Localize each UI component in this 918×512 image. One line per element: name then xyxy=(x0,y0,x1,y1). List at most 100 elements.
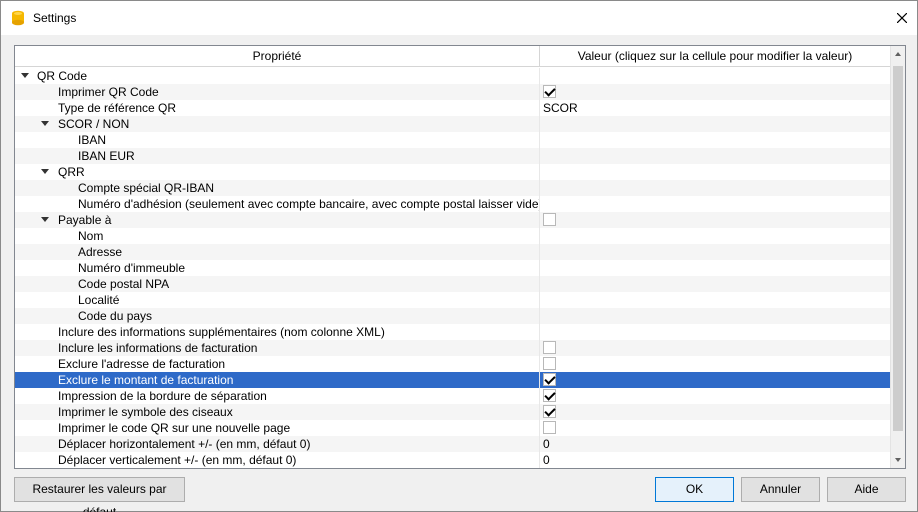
column-header-value[interactable]: Valeur (cliquez sur la cellule pour modi… xyxy=(540,46,891,67)
property-cell[interactable]: Localité xyxy=(15,292,540,308)
table-row[interactable]: Imprimer le symbole des ciseaux xyxy=(15,404,891,420)
scroll-up-button[interactable] xyxy=(891,46,905,62)
value-cell[interactable] xyxy=(540,388,891,404)
value-cell[interactable] xyxy=(540,84,891,100)
property-cell[interactable]: Numéro d'adhésion (seulement avec compte… xyxy=(15,196,540,212)
cancel-button[interactable]: Annuler xyxy=(741,477,820,502)
value-cell[interactable]: 0 xyxy=(540,452,891,468)
value-cell[interactable] xyxy=(540,356,891,372)
property-cell[interactable]: Adresse xyxy=(15,244,540,260)
table-row[interactable]: IBAN EUR xyxy=(15,148,891,164)
checkbox[interactable] xyxy=(543,85,556,98)
table-row[interactable]: SCOR / NON xyxy=(15,116,891,132)
property-cell[interactable]: Imprimer QR Code xyxy=(15,84,540,100)
table-row[interactable]: Déplacer horizontalement +/- (en mm, déf… xyxy=(15,436,891,452)
property-label: Compte spécial QR-IBAN xyxy=(78,181,215,195)
property-cell[interactable]: Inclure les informations de facturation xyxy=(15,340,540,356)
table-row[interactable]: QR Code xyxy=(15,68,891,84)
property-cell[interactable]: Impression de la bordure de séparation xyxy=(15,388,540,404)
table-row[interactable]: Exclure le montant de facturation xyxy=(15,372,891,388)
property-cell[interactable]: IBAN EUR xyxy=(15,148,540,164)
table-row[interactable]: Payable à xyxy=(15,212,891,228)
property-cell[interactable]: Code du pays xyxy=(15,308,540,324)
expand-arrow-icon[interactable] xyxy=(41,217,49,222)
checkbox[interactable] xyxy=(543,357,556,370)
table-row[interactable]: Adresse xyxy=(15,244,891,260)
vertical-scrollbar[interactable] xyxy=(890,46,905,468)
property-cell[interactable]: QRR xyxy=(15,164,540,180)
property-cell[interactable]: Imprimer le symbole des ciseaux xyxy=(15,404,540,420)
close-button[interactable] xyxy=(887,1,917,35)
property-cell[interactable]: Exclure le montant de facturation xyxy=(15,372,540,388)
table-row[interactable]: Numéro d'immeuble xyxy=(15,260,891,276)
value-cell[interactable] xyxy=(540,292,891,308)
checkbox[interactable] xyxy=(543,213,556,226)
value-cell[interactable] xyxy=(540,212,891,228)
checkbox[interactable] xyxy=(543,405,556,418)
table-row[interactable]: Imprimer le code QR sur une nouvelle pag… xyxy=(15,420,891,436)
value-cell[interactable] xyxy=(540,148,891,164)
value-cell[interactable] xyxy=(540,228,891,244)
value-cell[interactable] xyxy=(540,372,891,388)
value-cell[interactable] xyxy=(540,244,891,260)
table-row[interactable]: Type de référence QR SCOR xyxy=(15,100,891,116)
property-cell[interactable]: Inclure des informations supplémentaires… xyxy=(15,324,540,340)
property-cell[interactable]: SCOR / NON xyxy=(15,116,540,132)
table-row[interactable]: Inclure les informations de facturation xyxy=(15,340,891,356)
table-row[interactable]: Compte spécial QR-IBAN xyxy=(15,180,891,196)
value-cell[interactable] xyxy=(540,260,891,276)
scroll-down-button[interactable] xyxy=(891,452,905,468)
property-cell[interactable]: Payable à xyxy=(15,212,540,228)
property-cell[interactable]: Nom xyxy=(15,228,540,244)
value-cell[interactable] xyxy=(540,180,891,196)
table-row[interactable]: Localité xyxy=(15,292,891,308)
table-row[interactable]: IBAN xyxy=(15,132,891,148)
checkbox[interactable] xyxy=(543,389,556,402)
checkbox[interactable] xyxy=(543,341,556,354)
table-row[interactable]: Numéro d'adhésion (seulement avec compte… xyxy=(15,196,891,212)
value-cell[interactable] xyxy=(540,404,891,420)
value-cell[interactable] xyxy=(540,68,891,84)
table-row[interactable]: Code postal NPA xyxy=(15,276,891,292)
checkbox[interactable] xyxy=(543,421,556,434)
property-cell[interactable]: Type de référence QR xyxy=(15,100,540,116)
table-row[interactable]: Exclure l'adresse de facturation xyxy=(15,356,891,372)
property-cell[interactable]: Compte spécial QR-IBAN xyxy=(15,180,540,196)
property-cell[interactable]: Numéro d'immeuble xyxy=(15,260,540,276)
table-row[interactable]: Imprimer QR Code xyxy=(15,84,891,100)
ok-button[interactable]: OK xyxy=(655,477,734,502)
property-cell[interactable]: QR Code xyxy=(15,68,540,84)
value-cell[interactable] xyxy=(540,132,891,148)
property-cell[interactable]: Déplacer horizontalement +/- (en mm, déf… xyxy=(15,436,540,452)
property-cell[interactable]: Exclure l'adresse de facturation xyxy=(15,356,540,372)
property-cell[interactable]: Imprimer le code QR sur une nouvelle pag… xyxy=(15,420,540,436)
value-cell[interactable] xyxy=(540,324,891,340)
table-row[interactable]: Nom xyxy=(15,228,891,244)
column-header-property[interactable]: Propriété xyxy=(15,46,540,67)
expand-arrow-icon[interactable] xyxy=(41,121,49,126)
value-cell[interactable]: SCOR xyxy=(540,100,891,116)
scrollbar-thumb[interactable] xyxy=(893,66,903,431)
table-row[interactable]: QRR xyxy=(15,164,891,180)
value-cell[interactable] xyxy=(540,420,891,436)
value-cell[interactable]: 0 xyxy=(540,436,891,452)
help-button[interactable]: Aide xyxy=(827,477,906,502)
property-cell[interactable]: IBAN xyxy=(15,132,540,148)
settings-dialog: Settings Propriété Valeur (cliquez sur l… xyxy=(0,0,918,512)
value-cell[interactable] xyxy=(540,164,891,180)
restore-defaults-button[interactable]: Restaurer les valeurs par défaut xyxy=(14,477,185,512)
property-cell[interactable]: Déplacer verticalement +/- (en mm, défau… xyxy=(15,452,540,468)
expand-arrow-icon[interactable] xyxy=(41,169,49,174)
checkbox[interactable] xyxy=(543,373,556,386)
expand-arrow-icon[interactable] xyxy=(21,73,29,78)
table-row[interactable]: Code du pays xyxy=(15,308,891,324)
value-cell[interactable] xyxy=(540,116,891,132)
table-row[interactable]: Déplacer verticalement +/- (en mm, défau… xyxy=(15,452,891,468)
value-cell[interactable] xyxy=(540,308,891,324)
property-cell[interactable]: Code postal NPA xyxy=(15,276,540,292)
value-cell[interactable] xyxy=(540,276,891,292)
table-row[interactable]: Impression de la bordure de séparation xyxy=(15,388,891,404)
value-cell[interactable] xyxy=(540,196,891,212)
table-row[interactable]: Inclure des informations supplémentaires… xyxy=(15,324,891,340)
value-cell[interactable] xyxy=(540,340,891,356)
